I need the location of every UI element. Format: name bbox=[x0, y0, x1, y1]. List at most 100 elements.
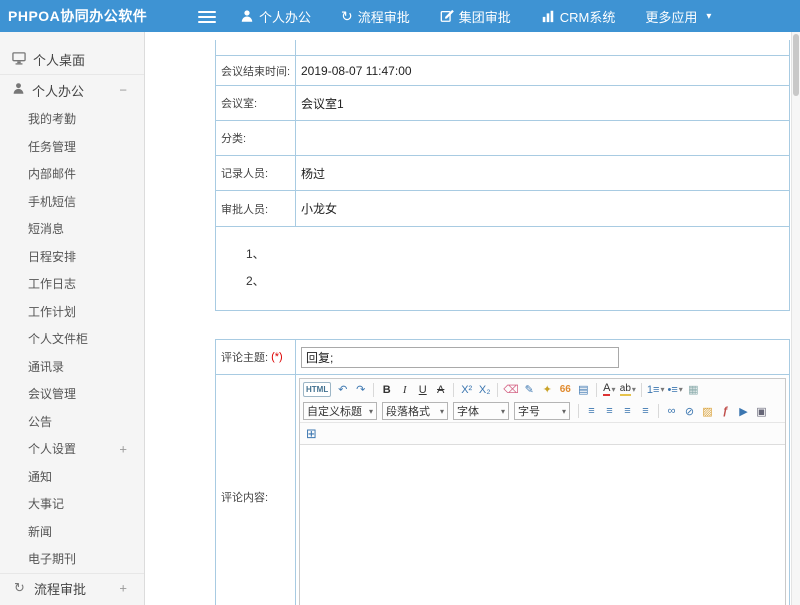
vertical-scrollbar[interactable] bbox=[791, 32, 800, 605]
field-value: 2019-08-07 11:47:00 bbox=[296, 56, 789, 85]
unordered-list-icon[interactable]: •≡ ▾ bbox=[666, 381, 683, 398]
sidebar-item-e-journal[interactable]: 电子期刊 bbox=[0, 545, 144, 573]
caret-down-icon: ▾ bbox=[501, 407, 505, 416]
sidebar-item-work-log[interactable]: 工作日志 bbox=[0, 270, 144, 298]
sidebar-item-flow-approval[interactable]: ↻ 流程审批 + bbox=[0, 573, 144, 603]
expand-toggle[interactable]: + bbox=[119, 581, 127, 596]
editor-content-area[interactable] bbox=[300, 445, 785, 605]
save-icon[interactable]: ▣ bbox=[753, 403, 770, 420]
field-label: 会议结束时间: bbox=[216, 56, 296, 85]
field-label: 分类: bbox=[216, 121, 296, 155]
italic-icon[interactable]: I bbox=[396, 381, 413, 398]
caret-down-icon: ▾ bbox=[369, 407, 373, 416]
sidebar-item-notification[interactable]: 通知 bbox=[0, 463, 144, 491]
nav-group-approval[interactable]: 集团审批 bbox=[440, 7, 511, 26]
align-left-icon[interactable]: ≡ bbox=[583, 403, 600, 420]
sidebar-item-personal-settings[interactable]: 个人设置 + bbox=[0, 435, 144, 463]
flow-cycle-icon: ↻ bbox=[341, 9, 353, 23]
clear-format-icon[interactable]: ✦ bbox=[539, 381, 556, 398]
sidebar-item-personal-office[interactable]: 个人办公 − bbox=[0, 75, 144, 105]
scrollbar-thumb[interactable] bbox=[793, 34, 799, 96]
redo-icon[interactable]: ↷ bbox=[352, 381, 369, 398]
sidebar-item-memorabilia[interactable]: 大事记 bbox=[0, 490, 144, 518]
app-brand: PHPOA协同办公软件 bbox=[8, 0, 147, 32]
superscript-icon[interactable]: X² bbox=[458, 381, 475, 398]
sidebar-item-short-message[interactable]: 短消息 bbox=[0, 215, 144, 243]
sidebar-item-personal-files[interactable]: 个人文件柜 bbox=[0, 325, 144, 353]
sidebar-item-task-management[interactable]: 任务管理 bbox=[0, 133, 144, 161]
person-icon bbox=[12, 82, 25, 98]
sidebar-item-announcement[interactable]: 公告 bbox=[0, 408, 144, 436]
expand-toggle[interactable]: + bbox=[119, 441, 127, 456]
image-icon[interactable]: ▨ bbox=[699, 403, 716, 420]
editor-toolbar-row-1: HTML ↶ ↷ B I U A X² X₂ ⌫ ✎ ✦ bbox=[300, 379, 785, 400]
field-label: 评论内容: bbox=[216, 375, 296, 605]
underline-icon[interactable]: U bbox=[414, 381, 431, 398]
highlight-color-icon[interactable]: ab ▾ bbox=[619, 381, 637, 398]
bar-chart-icon bbox=[541, 9, 555, 23]
nav-label: CRM系统 bbox=[560, 7, 616, 26]
caret-down-icon: ▾ bbox=[679, 385, 683, 394]
sidebar-item-attendance[interactable]: 我的考勤 bbox=[0, 105, 144, 133]
media-icon[interactable]: ▶ bbox=[735, 403, 752, 420]
subscript-icon[interactable]: X₂ bbox=[476, 381, 493, 398]
link-icon[interactable]: ∞ bbox=[663, 403, 680, 420]
sidebar-item-contacts[interactable]: 通讯录 bbox=[0, 353, 144, 381]
nav-label: 个人办公 bbox=[259, 7, 311, 26]
blockquote-icon[interactable]: 66 bbox=[557, 381, 574, 398]
required-mark: (*) bbox=[271, 351, 283, 363]
unlink-icon[interactable]: ⊘ bbox=[681, 403, 698, 420]
font-family-select[interactable]: 字体 ▾ bbox=[453, 402, 509, 420]
nav-more-apps[interactable]: 更多应用 ▾ bbox=[645, 7, 711, 26]
sidebar-item-news[interactable]: 新闻 bbox=[0, 518, 144, 546]
paste-text-icon[interactable]: ▤ bbox=[575, 381, 592, 398]
meeting-detail-table: 会议结束时间: 2019-08-07 11:47:00 会议室: 会议室1 分类… bbox=[215, 40, 790, 311]
field-label: 审批人员: bbox=[216, 191, 296, 226]
nav-flow-approval[interactable]: ↻ 流程审批 bbox=[341, 7, 410, 26]
menu-toggle-icon[interactable] bbox=[198, 8, 216, 24]
nav-label: 更多应用 bbox=[645, 7, 697, 26]
paragraph-format-select[interactable]: 段落格式 ▾ bbox=[382, 402, 448, 420]
sidebar-item-label: 流程审批 bbox=[34, 579, 86, 598]
table-icon[interactable]: ⊞ bbox=[303, 425, 320, 442]
nav-crm-system[interactable]: CRM系统 bbox=[541, 7, 616, 26]
table-row: 记录人员: 杨过 bbox=[216, 155, 789, 190]
caret-down-icon: ▾ bbox=[706, 11, 711, 22]
font-size-select[interactable]: 字号 ▾ bbox=[514, 402, 570, 420]
edit-approve-icon bbox=[440, 9, 454, 23]
nav-label: 集团审批 bbox=[459, 7, 511, 26]
field-value: 会议室1 bbox=[296, 86, 789, 120]
undo-icon[interactable]: ↶ bbox=[334, 381, 351, 398]
sidebar-item-schedule[interactable]: 日程安排 bbox=[0, 243, 144, 271]
source-button[interactable]: HTML bbox=[303, 382, 331, 397]
sidebar-item-internal-mail[interactable]: 内部邮件 bbox=[0, 160, 144, 188]
collapse-toggle[interactable]: − bbox=[119, 83, 127, 98]
top-nav: 个人办公 ↻ 流程审批 集团审批 CRM系统 更多应用 ▾ bbox=[240, 0, 711, 32]
heading-select[interactable]: 自定义标题 ▾ bbox=[303, 402, 377, 420]
align-center-icon[interactable]: ≡ bbox=[601, 403, 618, 420]
person-icon bbox=[240, 9, 254, 23]
sidebar-item-desktop[interactable]: 个人桌面 bbox=[0, 45, 144, 75]
strikethrough-icon[interactable]: A bbox=[432, 381, 449, 398]
content-line: 2、 bbox=[246, 268, 789, 295]
flow-cycle-icon: ↻ bbox=[12, 580, 27, 596]
align-right-icon[interactable]: ≡ bbox=[619, 403, 636, 420]
align-justify-icon[interactable]: ≡ bbox=[637, 403, 654, 420]
clipped-row bbox=[216, 40, 789, 55]
nav-personal-office[interactable]: 个人办公 bbox=[240, 7, 311, 26]
sidebar-item-meeting-management[interactable]: 会议管理 bbox=[0, 380, 144, 408]
insert-doc-icon[interactable]: ▦ bbox=[685, 381, 702, 398]
sidebar-item-mobile-sms[interactable]: 手机短信 bbox=[0, 188, 144, 216]
table-row: 评论内容: HTML ↶ ↷ B I U A X² X₂ bbox=[216, 374, 789, 605]
eraser-icon[interactable]: ⌫ bbox=[502, 381, 520, 398]
table-row: 评论主题: (*) bbox=[216, 340, 789, 374]
sidebar-item-work-plan[interactable]: 工作计划 bbox=[0, 298, 144, 326]
comment-subject-input[interactable] bbox=[301, 347, 619, 368]
font-color-icon[interactable]: A ▾ bbox=[601, 381, 618, 398]
field-value: 杨过 bbox=[296, 156, 789, 190]
ordered-list-icon[interactable]: 1≡ ▾ bbox=[646, 381, 666, 398]
flash-icon[interactable]: ƒ bbox=[717, 403, 734, 420]
bold-icon[interactable]: B bbox=[378, 381, 395, 398]
content-line: 1、 bbox=[246, 241, 789, 268]
format-brush-icon[interactable]: ✎ bbox=[521, 381, 538, 398]
